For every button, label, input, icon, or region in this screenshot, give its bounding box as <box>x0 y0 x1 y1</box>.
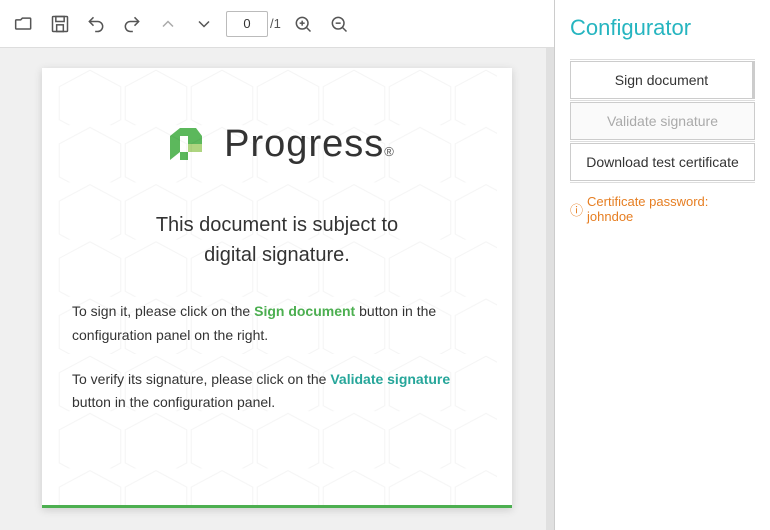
doc-body-validate: To verify its signature, please click on… <box>72 368 482 416</box>
separator-bottom <box>570 182 755 183</box>
open-folder-icon[interactable] <box>10 10 38 38</box>
progress-logo-icon <box>160 118 212 170</box>
zoom-in-icon[interactable] <box>289 10 317 38</box>
page-number-input[interactable]: 0 <box>226 11 268 37</box>
configurator-panel: Configurator Sign document Validate sign… <box>555 0 770 530</box>
redo-icon[interactable] <box>118 10 146 38</box>
undo-icon[interactable] <box>82 10 110 38</box>
save-icon[interactable] <box>46 10 74 38</box>
progress-logo: Progress® <box>160 118 394 170</box>
zoom-out-icon[interactable] <box>325 10 353 38</box>
sign-document-button[interactable]: Sign document <box>570 61 755 99</box>
pdf-toolbar: 0 /1 <box>0 0 554 48</box>
page-bottom-bar <box>42 505 512 508</box>
scroll-track[interactable] <box>546 48 554 530</box>
separator-top <box>570 59 755 60</box>
doc-body-sign: To sign it, please click on the Sign doc… <box>72 300 482 348</box>
progress-logo-wordmark: Progress® <box>224 123 394 166</box>
validate-sig-highlight: Validate signature <box>330 371 450 387</box>
download-certificate-button[interactable]: Download test certificate <box>570 143 755 181</box>
logo-text: Progress <box>224 123 384 166</box>
document-title: This document is subject to digital sign… <box>156 210 398 270</box>
pdf-page: Progress® This document is subject to di… <box>42 68 512 508</box>
pdf-content-area: Progress® This document is subject to di… <box>0 48 554 530</box>
validate-signature-button[interactable]: Validate signature <box>570 102 755 140</box>
page-total-label: /1 <box>270 16 281 31</box>
scroll-down-icon[interactable] <box>190 10 218 38</box>
certificate-password-info: ⓘ Certificate password: johndoe <box>570 194 755 224</box>
separator-lower <box>570 141 755 142</box>
cert-password-text: Certificate password: johndoe <box>587 194 755 224</box>
pdf-viewer: 0 /1 <box>0 0 555 530</box>
logo-trademark: ® <box>384 144 394 159</box>
separator-mid <box>570 100 755 101</box>
page-navigation: 0 /1 <box>226 11 281 37</box>
sign-doc-highlight: Sign document <box>254 303 355 319</box>
info-icon: ⓘ <box>570 200 583 219</box>
scroll-up-icon[interactable] <box>154 10 182 38</box>
configurator-title: Configurator <box>570 15 755 41</box>
